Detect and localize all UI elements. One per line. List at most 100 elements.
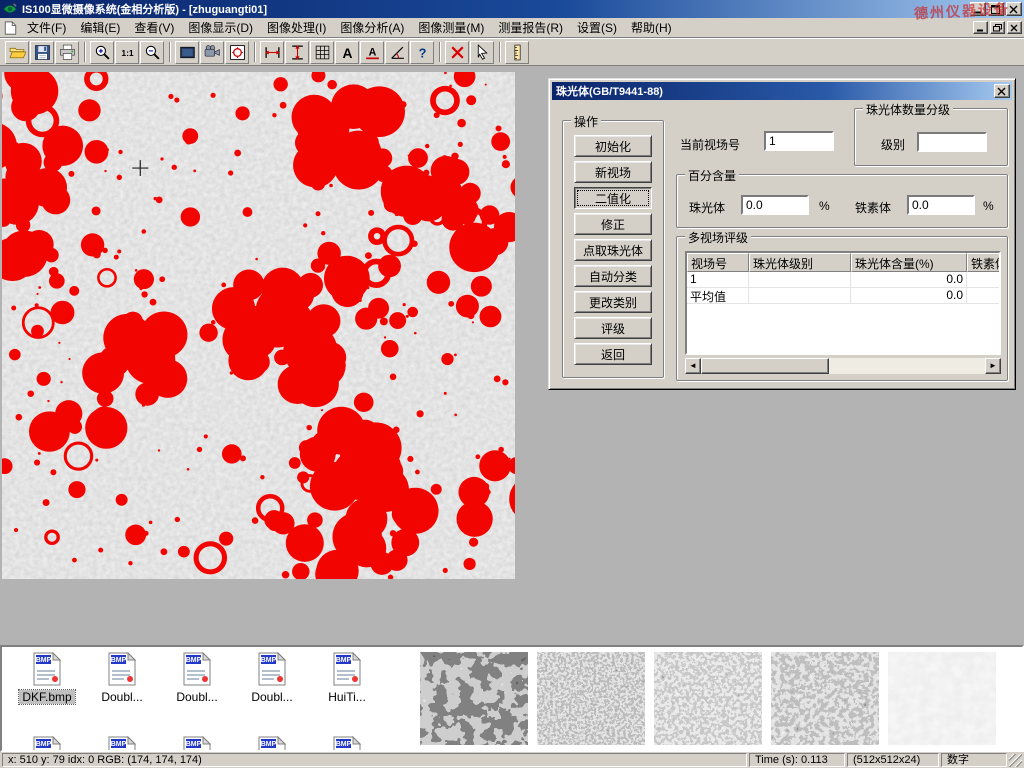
table-cell: [749, 288, 851, 303]
menu-item-edit[interactable]: 编辑(E): [73, 17, 127, 38]
op-button-pick-pearlite[interactable]: 点取珠光体: [574, 239, 652, 261]
file-item-partial-4[interactable]: BMP: [312, 736, 382, 752]
column-header-1[interactable]: 珠光体级别: [749, 253, 851, 272]
dialog-close-button[interactable]: [994, 84, 1010, 98]
percentage-group: 百分含量 珠光体 0.0 % 铁素体 0.0 %: [676, 174, 1008, 228]
file-item-dkf-bmp[interactable]: BMPDKF.bmp: [12, 652, 82, 704]
column-header-0[interactable]: 视场号: [687, 253, 749, 272]
minimize-button[interactable]: [970, 2, 986, 16]
zoom-out-button[interactable]: [140, 41, 164, 64]
menu-item-help[interactable]: 帮助(H): [624, 17, 679, 38]
thumbnail-4[interactable]: [771, 652, 879, 745]
op-button-change-class[interactable]: 更改类别: [574, 291, 652, 313]
ferrite-percent-unit: %: [983, 199, 994, 213]
thumbnail-3[interactable]: [654, 652, 762, 745]
file-item-doubl-[interactable]: BMPDoubl...: [162, 652, 232, 704]
op-button-rate[interactable]: 评级: [574, 317, 652, 339]
thumbnail-5[interactable]: [888, 652, 996, 745]
thumbnail-1[interactable]: [420, 652, 528, 745]
measure-vertical-button[interactable]: [285, 41, 309, 64]
maximize-icon: [991, 5, 1001, 14]
workspace: 珠光体(GB/T9441-88) 操作 初始化新视场二值化修正点取珠光体自动分类…: [0, 66, 1024, 645]
specimen-image[interactable]: [2, 72, 515, 579]
file-item-partial-1[interactable]: BMP: [87, 736, 157, 752]
file-item-partial-0[interactable]: BMP: [12, 736, 82, 752]
pearlite-percent-input[interactable]: 0.0: [741, 195, 809, 215]
file-item-partial-2[interactable]: BMP: [162, 736, 232, 752]
capture-icon: [229, 44, 246, 61]
ruler-button[interactable]: [505, 41, 529, 64]
file-browser-panel: BMPDKF.bmpBMPDoubl...BMPDoubl...BMPDoubl…: [0, 645, 1024, 752]
column-header-3[interactable]: 铁素体含量(%): [967, 253, 1001, 272]
column-header-2[interactable]: 珠光体含量(%): [851, 253, 967, 272]
child-close-button[interactable]: [1007, 21, 1022, 34]
multifield-table[interactable]: 视场号珠光体级别珠光体含量(%)铁素体含量(%) 10.0平均值0.0: [685, 251, 1001, 355]
zoom-in-button[interactable]: [90, 41, 114, 64]
scroll-left-arrow[interactable]: ◄: [685, 358, 701, 374]
current-field-input[interactable]: 1: [764, 131, 834, 151]
measure-horizontal-button[interactable]: [260, 41, 284, 64]
print-button[interactable]: [55, 41, 79, 64]
text-annotation-button[interactable]: A: [335, 41, 359, 64]
file-item-doubl-[interactable]: BMPDoubl...: [87, 652, 157, 704]
font-style-button[interactable]: A: [360, 41, 384, 64]
maximize-button[interactable]: [988, 2, 1004, 16]
op-button-return[interactable]: 返回: [574, 343, 652, 365]
mdi-child-icon[interactable]: [2, 20, 18, 36]
toolbar-separator: [499, 42, 501, 62]
child-restore-button[interactable]: [990, 21, 1005, 34]
actual-size-button[interactable]: 1:1: [115, 41, 139, 64]
pointer-button[interactable]: [470, 41, 494, 64]
close-button[interactable]: [1006, 2, 1022, 16]
op-button-auto-classify[interactable]: 自动分类: [574, 265, 652, 287]
file-item-huiti-[interactable]: BMPHuiTi...: [312, 652, 382, 704]
table-horizontal-scrollbar[interactable]: ◄ ►: [685, 358, 1001, 374]
save-button[interactable]: [30, 41, 54, 64]
file-item-doubl-[interactable]: BMPDoubl...: [237, 652, 307, 704]
svg-text:?: ?: [418, 45, 426, 60]
operation-group: 操作 初始化新视场二值化修正点取珠光体自动分类更改类别评级返回: [562, 120, 664, 378]
specimen-image-canvas[interactable]: [2, 72, 515, 579]
svg-text:BMP: BMP: [336, 741, 352, 748]
dialog-title-bar[interactable]: 珠光体(GB/T9441-88): [552, 82, 1012, 100]
menu-item-image-analysis[interactable]: 图像分析(A): [333, 17, 411, 38]
menu-item-measure-report[interactable]: 测量报告(R): [491, 17, 570, 38]
measure-grid-button[interactable]: [310, 41, 334, 64]
table-row[interactable]: 10.0: [687, 272, 999, 288]
op-button-initialize[interactable]: 初始化: [574, 135, 652, 157]
menu-item-image-measure[interactable]: 图像测量(M): [411, 17, 491, 38]
camera-button[interactable]: [200, 41, 224, 64]
menu-item-settings[interactable]: 设置(S): [570, 17, 624, 38]
capture-button[interactable]: [225, 41, 249, 64]
grade-level-input[interactable]: [917, 132, 987, 152]
bmp-file-icon: BMP: [330, 736, 364, 752]
op-button-modify[interactable]: 修正: [574, 213, 652, 235]
resize-grip[interactable]: [1009, 754, 1022, 767]
measure-angle-button[interactable]: [385, 41, 409, 64]
child-minimize-button[interactable]: [973, 21, 988, 34]
table-row[interactable]: 平均值0.0: [687, 288, 999, 304]
display-mode-button[interactable]: [175, 41, 199, 64]
table-cell: 0.0: [851, 288, 967, 303]
scroll-right-arrow[interactable]: ►: [985, 358, 1001, 374]
title-bar[interactable]: IS100显微摄像系统(金相分析版) - [zhuguangti01]: [0, 0, 1024, 18]
op-button-new-field[interactable]: 新视场: [574, 161, 652, 183]
svg-text:A: A: [368, 46, 376, 58]
thumbnail-2[interactable]: [537, 652, 645, 745]
open-button[interactable]: [5, 41, 29, 64]
help-button[interactable]: ?: [410, 41, 434, 64]
scroll-track[interactable]: [701, 358, 985, 374]
op-button-binarize[interactable]: 二值化: [574, 187, 652, 209]
menu-item-file[interactable]: 文件(F): [20, 17, 73, 38]
delete-measure-button[interactable]: [445, 41, 469, 64]
menu-item-image-display[interactable]: 图像显示(D): [181, 17, 260, 38]
file-item-partial-3[interactable]: BMP: [237, 736, 307, 752]
thumbnail-3-image: [654, 652, 762, 745]
scroll-thumb[interactable]: [701, 358, 829, 374]
delete-measure-icon: [449, 44, 466, 61]
ferrite-percent-input[interactable]: 0.0: [907, 195, 975, 215]
menu-item-image-process[interactable]: 图像处理(I): [260, 17, 333, 38]
menu-item-view[interactable]: 查看(V): [127, 17, 181, 38]
svg-text:BMP: BMP: [111, 741, 127, 748]
help-icon: ?: [414, 44, 431, 61]
